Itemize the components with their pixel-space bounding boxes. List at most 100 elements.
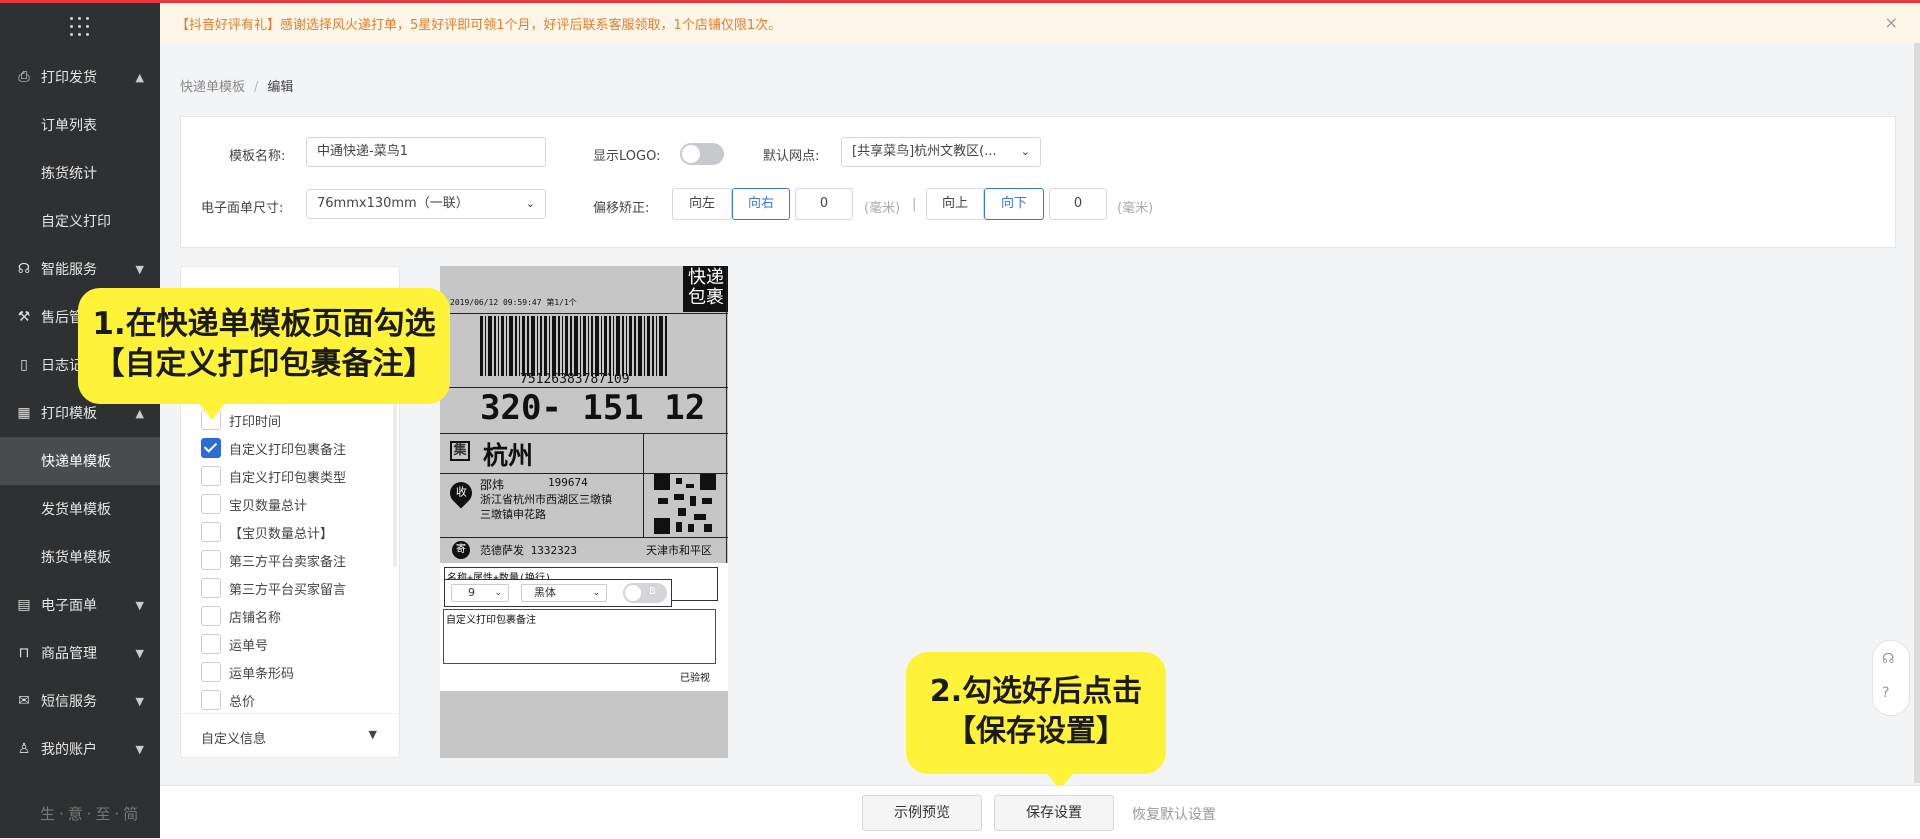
checkbox[interactable] — [201, 466, 221, 486]
field-checkbox[interactable]: 店铺名称 — [201, 606, 281, 626]
checkbox[interactable] — [201, 634, 221, 654]
help-icon[interactable]: ? — [1882, 685, 1889, 701]
offset-down-button[interactable]: 向下 — [984, 188, 1044, 220]
step1-callout: 1.在快递单模板页面勾选 【自定义打印包裹备注】 — [78, 288, 450, 420]
sidebar-item-account[interactable]: ♙ 我的账户 ▼ — [0, 725, 160, 773]
sidebar-item-pick-stats[interactable]: 拣货统计 — [0, 149, 160, 197]
field-checkbox-package-remark[interactable]: 自定义打印包裹备注 — [201, 438, 346, 458]
close-icon[interactable]: × — [1885, 13, 1898, 32]
template-settings-card: 模板名称: 中通快递-菜鸟1 显示LOGO: 默认网点: [共享菜鸟]杭州文教区… — [180, 116, 1896, 248]
floating-tools: ☊ ? — [1872, 640, 1910, 716]
sidebar-item-express-template[interactable]: 快递单模板 — [0, 437, 160, 485]
field-checkbox[interactable]: 【宝贝数量总计】 — [201, 522, 333, 542]
unit-mm: (毫米) — [864, 201, 901, 216]
chevron-down-icon: ▼ — [135, 742, 144, 756]
brand-logo: 生·意·至·简 — [40, 805, 143, 823]
chevron-down-icon: ▼ — [135, 262, 144, 276]
chevron-down-icon: ⌄ — [1020, 145, 1030, 158]
sidebar-item-delivery-template[interactable]: 发货单模板 — [0, 485, 160, 533]
sender-region: 天津市和平区 — [646, 544, 712, 557]
bold-toggle[interactable]: B — [623, 583, 667, 603]
breadcrumb-parent[interactable]: 快递单模板 — [180, 80, 245, 95]
breadcrumb: 快递单模板 / 编辑 — [180, 80, 294, 95]
custom-info-dropdown[interactable]: 自定义信息 ▼ — [181, 713, 399, 758]
sort-code: 320- 151 12 — [480, 388, 706, 428]
preview-button[interactable]: 示例预览 — [862, 795, 982, 831]
default-outlet-label: 默认网点: — [763, 149, 820, 164]
receiver-address-2: 三墩镇申花路 — [480, 508, 546, 521]
city: 杭州 — [483, 441, 534, 470]
checkbox[interactable] — [201, 690, 221, 710]
checkbox[interactable] — [201, 494, 221, 514]
sidebar-item-pick-template[interactable]: 拣货单模板 — [0, 533, 160, 581]
horizontal-offset-input[interactable]: 0 — [795, 188, 853, 220]
field-checkbox[interactable]: 总价 — [201, 690, 255, 710]
app-grid-icon[interactable] — [70, 17, 90, 37]
waybill-size-select[interactable]: 76mmx130mm（一联） ⌄ — [306, 189, 546, 219]
checkbox[interactable] — [201, 522, 221, 542]
sidebar-item-goods[interactable]: ⊓ 商品管理 ▼ — [0, 629, 160, 677]
checkbox[interactable] — [201, 606, 221, 626]
checkbox[interactable] — [201, 578, 221, 598]
offset-label: 偏移矫正: — [593, 201, 650, 216]
sender-info: 范德萨发 1332323 — [480, 544, 577, 557]
waybill-icon: ▤ — [17, 597, 31, 613]
offset-up-button[interactable]: 向上 — [926, 188, 984, 220]
sidebar-item-e-waybill[interactable]: ▤ 电子面单 ▼ — [0, 581, 160, 629]
chevron-down-icon: ▼ — [135, 694, 144, 708]
template-name-input[interactable]: 中通快递-菜鸟1 — [306, 137, 546, 167]
sidebar-item-order-list[interactable]: 订单列表 — [0, 101, 160, 149]
show-logo-label: 显示LOGO: — [593, 149, 661, 164]
reset-default-link[interactable]: 恢复默认设置 — [1132, 804, 1216, 824]
show-logo-toggle[interactable] — [680, 143, 724, 165]
font-size-select[interactable]: 9 ⌄ — [451, 584, 509, 602]
field-checkbox[interactable]: 运单号 — [201, 634, 268, 654]
sidebar-item-sms[interactable]: ✉ 短信服务 ▼ — [0, 677, 160, 725]
chevron-down-icon: ⌄ — [525, 197, 535, 210]
step2-callout: 2.勾选好后点击 【保存设置】 — [906, 652, 1166, 790]
checkbox[interactable] — [201, 662, 221, 682]
wrench-icon: ⚒ — [17, 309, 31, 325]
sender-mark: 寄 — [452, 541, 470, 559]
sidebar-item-smart-service[interactable]: ☊ 智能服务 ▼ — [0, 245, 160, 293]
qr-code — [654, 474, 716, 534]
checkbox-checked[interactable] — [201, 438, 221, 458]
page-scrollbar[interactable] — [1914, 43, 1920, 783]
unit-mm: (毫米) — [1117, 201, 1154, 216]
print-datetime: 2019/06/12 09:59:47 第1/1个 — [450, 298, 577, 307]
action-bar: 示例预览 保存设置 恢复默认设置 — [160, 785, 1920, 839]
default-outlet-select[interactable]: [共享菜鸟]杭州文教区(... ⌄ — [841, 137, 1041, 167]
template-name-label: 模板名称: — [229, 149, 286, 164]
notice-text: 【抖音好评有礼】感谢选择风火递打单，5星好评即可领1个月，好评后联系客服领取，1… — [176, 18, 782, 33]
chevron-down-icon: ▼ — [135, 646, 144, 660]
headset-icon[interactable]: ☊ — [1882, 651, 1894, 667]
express-badge: 快递包裹 — [683, 266, 728, 312]
collect-mark: 集 — [450, 441, 470, 461]
field-checkbox[interactable]: 自定义打印包裹类型 — [201, 466, 346, 486]
barcode-number: 75126383787109 — [520, 372, 630, 387]
offset-right-button[interactable]: 向右 — [732, 188, 790, 220]
user-icon: ♙ — [17, 741, 31, 757]
chevron-down-icon: ⌄ — [494, 588, 502, 598]
checkbox[interactable] — [201, 550, 221, 570]
field-checkbox[interactable]: 第三方平台卖家备注 — [201, 550, 346, 570]
sidebar: ⎙ 打印发货 ▲ 订单列表 拣货统计 自定义打印 ☊ 智能服务 ▼ ⚒ 售后管理… — [0, 3, 160, 838]
custom-print-area: 名称+属性+数量(换行) 9⌄ 黑体⌄ B 自定义打印包裹备注 已验视 — [440, 563, 728, 691]
printer-icon: ⎙ — [18, 69, 30, 85]
receiver-phone: 199674 — [548, 476, 588, 489]
divider: | — [912, 197, 917, 212]
waybill-preview: 2019/06/12 09:59:47 第1/1个 快递包裹 751263837… — [440, 266, 728, 758]
vertical-offset-input[interactable]: 0 — [1049, 188, 1107, 220]
remark-box[interactable]: 自定义打印包裹备注 — [443, 609, 716, 664]
field-checkbox[interactable]: 运单条形码 — [201, 662, 294, 682]
sidebar-item-print-ship[interactable]: ⎙ 打印发货 ▲ — [0, 53, 160, 101]
notice-banner: 【抖音好评有礼】感谢选择风火递打单，5星好评即可领1个月，好评后联系客服领取，1… — [160, 3, 1920, 43]
save-settings-button[interactable]: 保存设置 — [994, 795, 1114, 831]
field-checkbox[interactable]: 宝贝数量总计 — [201, 494, 307, 514]
chevron-down-icon: ▼ — [135, 598, 144, 612]
chevron-up-icon: ▲ — [135, 70, 144, 84]
field-checkbox[interactable]: 第三方平台买家留言 — [201, 578, 346, 598]
offset-left-button[interactable]: 向左 — [672, 188, 732, 220]
sidebar-item-custom-print[interactable]: 自定义打印 — [0, 197, 160, 245]
font-family-select[interactable]: 黑体 ⌄ — [521, 584, 607, 602]
